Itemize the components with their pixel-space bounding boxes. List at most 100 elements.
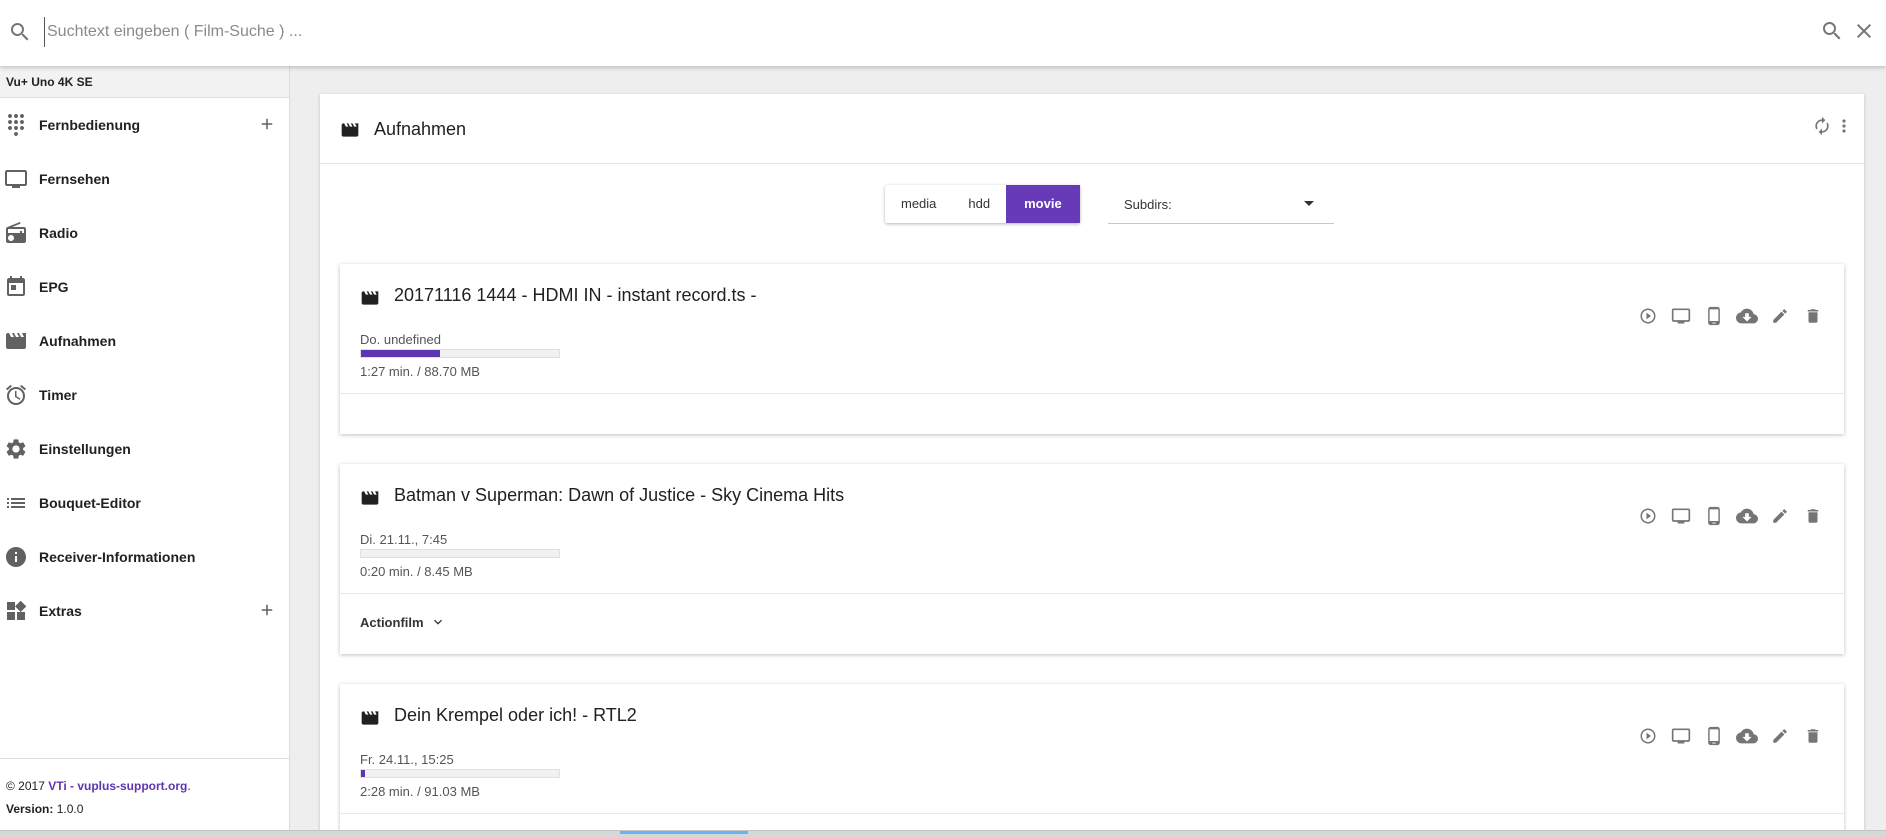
card-divider	[340, 593, 1844, 594]
location-toggle: media hdd movie	[885, 185, 1080, 223]
recording-title: 20171116 1444 - HDMI IN - instant record…	[394, 285, 757, 305]
gear-icon	[4, 437, 28, 461]
search-icon	[8, 20, 32, 44]
edit-icon[interactable]	[1768, 504, 1792, 528]
recording-card: Batman v Superman: Dawn of Justice - Sky…	[340, 464, 1844, 654]
cloud-download-icon[interactable]	[1735, 504, 1759, 528]
delete-icon[interactable]	[1801, 304, 1825, 328]
sidebar-item-label: Radio	[39, 225, 78, 241]
sidebar-item-label: Einstellungen	[39, 441, 131, 457]
phone-icon[interactable]	[1702, 724, 1726, 748]
location-media-button[interactable]: media	[885, 185, 952, 223]
sidebar-footer: © 2017 VTi - vuplus-support.org. Version…	[0, 758, 289, 830]
scrollbar-thumb[interactable]	[620, 831, 748, 834]
search-submit-icon[interactable]	[1820, 19, 1844, 43]
card-divider	[340, 393, 1844, 394]
sidebar-item-label: Fernbedienung	[39, 117, 141, 133]
recording-actions	[1636, 724, 1825, 748]
copyright-text: © 2017	[6, 779, 45, 793]
recording-title: Batman v Superman: Dawn of Justice - Sky…	[394, 485, 845, 505]
play-circle-icon[interactable]	[1636, 504, 1660, 528]
tv-icon[interactable]	[1669, 304, 1693, 328]
edit-icon[interactable]	[1768, 304, 1792, 328]
sidebar-item-extras[interactable]: Extras	[0, 584, 289, 638]
sidebar-item-fernsehen[interactable]: Fernsehen	[0, 152, 289, 206]
phone-icon[interactable]	[1702, 504, 1726, 528]
recording-date: Di. 21.11., 7:45	[360, 532, 448, 547]
movie-icon	[340, 120, 360, 140]
genre-label: Actionfilm	[360, 614, 424, 630]
copyright-line: © 2017 VTi - vuplus-support.org.	[6, 775, 283, 798]
tv-icon[interactable]	[1669, 724, 1693, 748]
recording-title: Dein Krempel oder ich! - RTL2	[394, 705, 637, 725]
phone-icon[interactable]	[1702, 304, 1726, 328]
delete-icon[interactable]	[1801, 724, 1825, 748]
alarm-icon	[4, 383, 28, 407]
recording-progress-fill	[361, 350, 441, 357]
recording-progress	[360, 769, 560, 778]
subdirs-label: Subdirs:	[1124, 197, 1172, 212]
sidebar-item-receiver-informationen[interactable]: Receiver-Informationen	[0, 530, 289, 584]
play-circle-icon[interactable]	[1636, 724, 1660, 748]
expand-plus-icon[interactable]	[258, 601, 276, 619]
movie-icon	[4, 329, 28, 353]
bottom-scrollbar[interactable]	[0, 830, 1886, 838]
sidebar-item-epg[interactable]: EPG	[0, 260, 289, 314]
sidebar-item-radio[interactable]: Radio	[0, 206, 289, 260]
recording-card: Dein Krempel oder ich! - RTL2 Fr. 24.11.…	[340, 684, 1844, 830]
version-label: Version:	[6, 802, 54, 816]
chevron-down-icon	[430, 614, 446, 630]
list-icon	[4, 491, 28, 515]
refresh-icon[interactable]	[1812, 116, 1832, 136]
sidebar-item-fernbedienung[interactable]: Fernbedienung	[0, 98, 289, 152]
card-divider	[340, 813, 1844, 814]
recordings-panel: Aufnahmen media hdd movie Subdirs: 20171…	[320, 94, 1864, 830]
sidebar-item-bouquet-editor[interactable]: Bouquet-Editor	[0, 476, 289, 530]
caret-down-icon	[1304, 201, 1314, 206]
expand-plus-icon[interactable]	[258, 115, 276, 133]
movie-icon	[360, 288, 380, 308]
close-icon[interactable]	[1852, 19, 1876, 43]
sidebar-item-label: Extras	[39, 603, 82, 619]
more-vert-icon[interactable]	[1838, 116, 1850, 136]
sidebar-item-label: Timer	[39, 387, 77, 403]
sidebar-item-label: Bouquet-Editor	[39, 495, 141, 511]
tv-icon	[4, 167, 28, 191]
page-title: Aufnahmen	[374, 119, 467, 139]
movie-icon	[360, 488, 380, 508]
recording-actions	[1636, 304, 1825, 328]
sidebar-item-label: Fernsehen	[39, 171, 110, 187]
sidebar-item-einstellungen[interactable]: Einstellungen	[0, 422, 289, 476]
delete-icon[interactable]	[1801, 504, 1825, 528]
cloud-download-icon[interactable]	[1735, 304, 1759, 328]
tv-icon[interactable]	[1669, 504, 1693, 528]
device-name: Vu+ Uno 4K SE	[0, 66, 289, 98]
copyright-period: .	[187, 779, 191, 793]
version-value: 1.0.0	[56, 802, 84, 816]
location-hdd-button[interactable]: hdd	[952, 185, 1006, 223]
sidebar-item-label: EPG	[39, 279, 69, 295]
sidebar-item-aufnahmen[interactable]: Aufnahmen	[0, 314, 289, 368]
edit-icon[interactable]	[1768, 724, 1792, 748]
subdirs-select[interactable]: Subdirs:	[1108, 186, 1334, 224]
play-circle-icon[interactable]	[1636, 304, 1660, 328]
radio-icon	[4, 221, 28, 245]
genre-toggle[interactable]: Actionfilm	[360, 614, 446, 630]
recording-progress-fill	[361, 770, 365, 777]
recording-card: 20171116 1444 - HDMI IN - instant record…	[340, 264, 1844, 434]
sidebar-item-label: Aufnahmen	[39, 333, 116, 349]
movie-icon	[360, 708, 380, 728]
vti-link[interactable]: VTi - vuplus-support.org	[48, 779, 187, 793]
calendar-icon	[4, 275, 28, 299]
recording-meta: 1:27 min. / 88.70 MB	[360, 364, 480, 379]
cloud-download-icon[interactable]	[1735, 724, 1759, 748]
recording-meta: 2:28 min. / 91.03 MB	[360, 784, 480, 799]
sidebar-item-timer[interactable]: Timer	[0, 368, 289, 422]
recording-meta: 0:20 min. / 8.45 MB	[360, 564, 473, 579]
search-input[interactable]	[44, 17, 1804, 47]
recording-actions	[1636, 504, 1825, 528]
recording-date: Fr. 24.11., 15:25	[360, 752, 454, 767]
recording-date: Do. undefined	[360, 332, 441, 347]
location-movie-button[interactable]: movie	[1006, 185, 1080, 223]
panel-header: Aufnahmen	[320, 94, 1864, 164]
